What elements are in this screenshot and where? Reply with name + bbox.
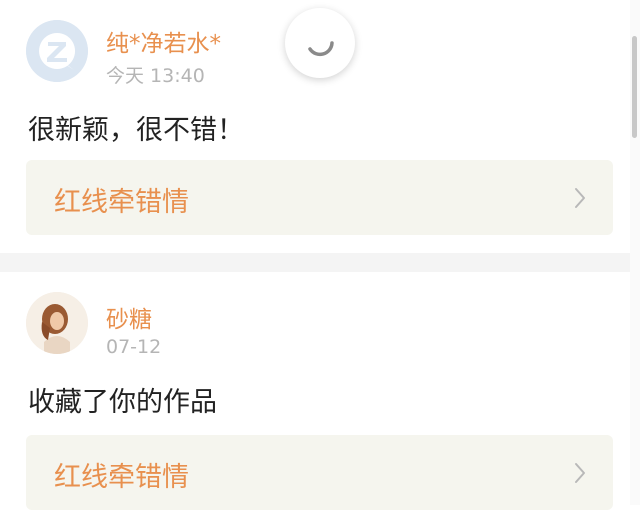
work-title: 红线牵错情	[54, 187, 189, 218]
loading-icon	[308, 41, 334, 57]
chevron-right-icon	[575, 188, 585, 208]
default-avatar-icon	[26, 20, 88, 82]
loading-spinner	[285, 8, 355, 78]
scrollbar-thumb[interactable]	[632, 36, 637, 138]
avatar[interactable]	[26, 292, 88, 354]
timestamp: 07-12	[106, 336, 162, 358]
work-title: 红线牵错情	[54, 462, 189, 493]
card-separator	[0, 253, 630, 272]
comment-text: 很新颖，很不错！	[28, 115, 244, 146]
work-link-card[interactable]: 红线牵错情	[26, 160, 613, 235]
comment-text: 收藏了你的作品	[28, 387, 217, 418]
timestamp: 今天 13:40	[106, 65, 205, 87]
comment-card: 砂糖 07-12 收藏了你的作品 红线牵错情	[0, 272, 630, 510]
username[interactable]: 纯*净若水*	[106, 24, 221, 58]
user-photo-avatar	[26, 292, 88, 354]
work-link-card[interactable]: 红线牵错情	[26, 435, 613, 510]
avatar[interactable]	[26, 20, 88, 82]
chevron-right-icon	[575, 463, 585, 483]
username[interactable]: 砂糖	[106, 300, 152, 334]
